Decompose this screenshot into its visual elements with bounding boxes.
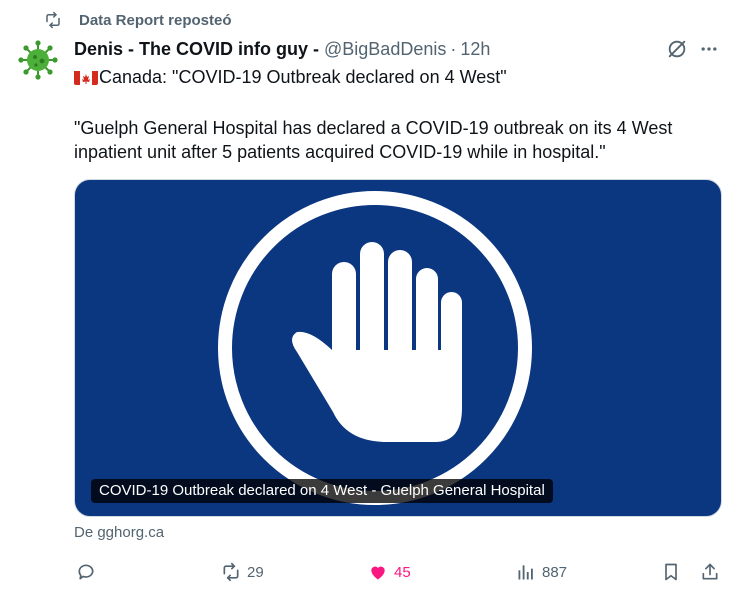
reply-button[interactable] — [76, 560, 102, 584]
like-button[interactable]: 45 — [368, 560, 411, 584]
repost-indicator[interactable]: Data Report reposteó — [44, 10, 232, 30]
post-body-line-2: inpatient unit after 5 patients acquired… — [74, 142, 606, 162]
analytics-icon — [518, 565, 533, 580]
link-card[interactable]: COVID-19 Outbreak declared on 4 West - G… — [74, 179, 722, 517]
views-count: 887 — [542, 563, 568, 581]
grok-button[interactable] — [665, 37, 689, 61]
retweet-button[interactable]: 29 — [221, 560, 264, 584]
author-handle[interactable]: @BigBadDenis — [324, 39, 446, 60]
header-separator: · — [450, 38, 457, 59]
views-button[interactable]: 887 — [516, 560, 567, 584]
retweet-icon — [223, 562, 239, 582]
card-caption: COVID-19 Outbreak declared on 4 West - G… — [91, 479, 553, 503]
share-icon — [702, 563, 718, 580]
card-source[interactable]: De gghorg.ca — [74, 524, 164, 541]
post-body-line-1: "Guelph General Hospital has declared a … — [74, 118, 673, 138]
post-headline: Canada: "COVID-19 Outbreak declared on 4… — [99, 67, 507, 87]
more-icon — [701, 47, 717, 51]
retweet-count: 29 — [247, 563, 264, 581]
virus-avatar-icon — [18, 40, 58, 80]
grok-icon — [668, 40, 686, 58]
like-count: 45 — [394, 563, 411, 581]
flag-canada-icon — [74, 69, 98, 85]
reply-icon — [78, 564, 94, 580]
author-name[interactable]: Denis - The COVID info guy - — [74, 39, 319, 60]
repost-icon — [46, 11, 60, 29]
share-button[interactable] — [700, 560, 720, 584]
more-options-button[interactable] — [697, 37, 721, 61]
post-header: Denis - The COVID info guy - @BigBadDeni… — [74, 37, 490, 61]
bookmark-icon — [665, 563, 677, 581]
stop-hand-icon — [218, 191, 532, 505]
repost-label: Data Report reposteó — [79, 11, 232, 29]
bookmark-button[interactable] — [661, 560, 681, 584]
post-headline-line: Canada: "COVID-19 Outbreak declared on 4… — [74, 65, 507, 89]
heart-icon — [371, 566, 385, 580]
avatar[interactable] — [18, 40, 58, 80]
post-timestamp[interactable]: 12h — [460, 39, 490, 60]
